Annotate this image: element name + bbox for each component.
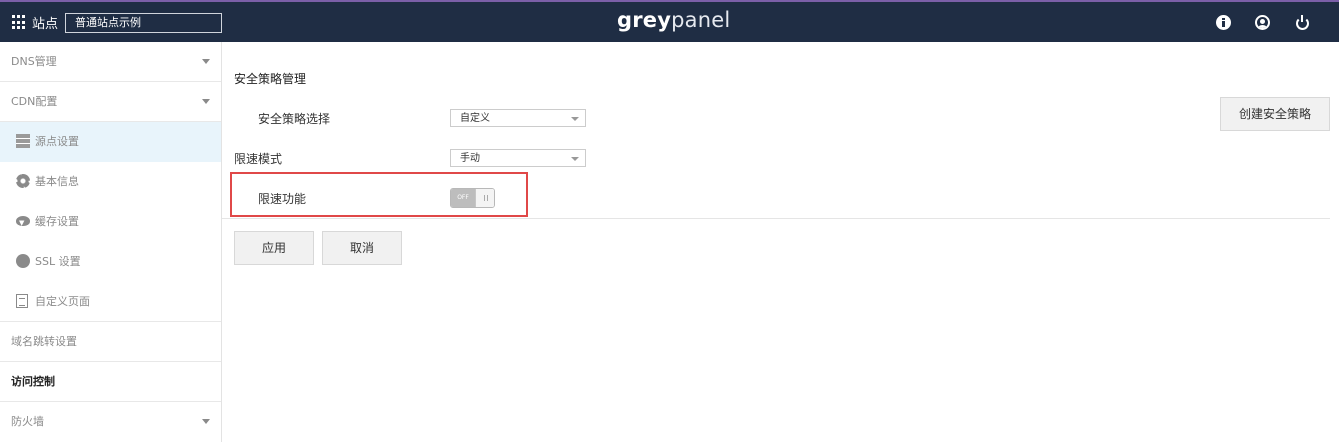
apply-button[interactable]: 应用 — [234, 231, 314, 265]
site-label: 站点 — [32, 17, 59, 32]
server-icon — [16, 134, 30, 148]
rate-mode-select[interactable]: 手动 — [450, 149, 586, 167]
logo-bold-text: grey — [617, 8, 672, 32]
chevron-down-icon — [571, 157, 579, 161]
sidebar-item-label: SSL 设置 — [35, 255, 81, 268]
top-bar: 站点 普通站点示例 greypanel — [0, 0, 1339, 42]
sidebar-item-cache[interactable]: 缓存设置 — [0, 202, 221, 243]
greypanel-logo: greypanel — [617, 8, 730, 32]
sidebar-item-firewall[interactable]: 防火墙 — [0, 402, 221, 442]
logo-light-text: panel — [671, 8, 731, 32]
create-policy-button[interactable]: 创建安全策略 — [1220, 97, 1330, 131]
toggle-off-label: OFF — [451, 189, 475, 207]
divider — [222, 218, 1330, 219]
user-icon[interactable] — [1255, 15, 1270, 30]
sidebar-item-custom-page[interactable]: 自定义页面 — [0, 282, 221, 322]
rate-mode-label: 限速模式 — [234, 152, 283, 166]
policy-select-value: 自定义 — [460, 113, 490, 124]
info-icon[interactable] — [1216, 15, 1231, 30]
rate-limit-label: 限速功能 — [258, 192, 307, 206]
sidebar-item-label: 访问控制 — [11, 375, 55, 388]
chevron-down-icon — [571, 117, 579, 121]
sidebar-item-label: CDN配置 — [11, 95, 58, 108]
sidebar-item-basic-info[interactable]: 基本信息 — [0, 162, 221, 202]
sidebar-item-access-control[interactable]: 访问控制 — [0, 362, 221, 402]
sidebar-item-origin[interactable]: 源点设置 — [0, 122, 221, 162]
sidebar-item-ssl[interactable]: SSL 设置 — [0, 242, 221, 282]
chevron-down-icon — [202, 59, 210, 64]
certificate-icon — [16, 254, 30, 268]
sidebar-item-redirect[interactable]: 域名跳转设置 — [0, 322, 221, 362]
policy-select-label: 安全策略选择 — [258, 112, 331, 126]
policy-select[interactable]: 自定义 — [450, 109, 586, 127]
page-icon — [16, 294, 28, 308]
sidebar-item-label: 源点设置 — [35, 135, 79, 148]
sidebar-item-label: 基本信息 — [35, 175, 79, 188]
toggle-knob — [475, 189, 494, 207]
sidebar-item-cdn[interactable]: CDN配置 — [0, 82, 221, 122]
rate-limit-toggle[interactable]: OFF — [450, 188, 495, 208]
gear-icon — [16, 174, 30, 188]
sidebar-item-label: 域名跳转设置 — [11, 335, 77, 348]
sidebar-item-label: 自定义页面 — [35, 295, 90, 308]
sidebar-item-dns[interactable]: DNS管理 — [0, 42, 221, 82]
sidebar-item-label: 缓存设置 — [35, 215, 79, 228]
sidebar: DNS管理 CDN配置 源点设置 基本信息 缓存设置 SSL 设置 自定义页面 … — [0, 42, 222, 442]
chevron-down-icon — [202, 99, 210, 104]
chevron-down-icon — [202, 419, 210, 424]
cloud-download-icon — [16, 203, 30, 243]
apps-grid-icon[interactable] — [12, 15, 27, 30]
power-icon[interactable] — [1295, 15, 1310, 30]
cancel-button[interactable]: 取消 — [322, 231, 402, 265]
page-title: 安全策略管理 — [234, 72, 307, 86]
site-selector[interactable]: 普通站点示例 — [65, 13, 222, 33]
rate-mode-select-value: 手动 — [460, 153, 480, 164]
sidebar-item-label: 防火墙 — [11, 415, 44, 428]
sidebar-item-label: DNS管理 — [11, 55, 57, 68]
